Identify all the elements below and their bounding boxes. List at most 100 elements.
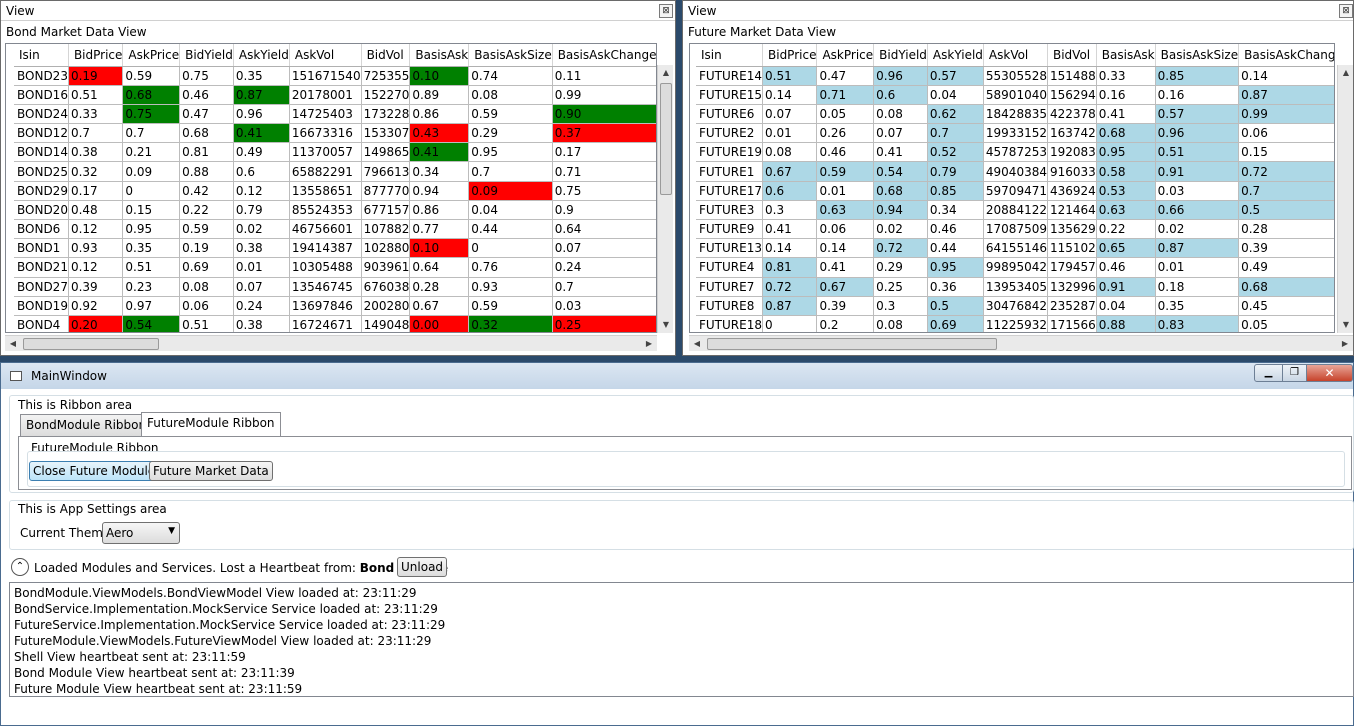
table-cell[interactable]: 0.39	[68, 277, 124, 297]
table-cell[interactable]: 0.33	[68, 104, 124, 125]
list-item[interactable]: Bond Module View heartbeat sent at: 23:1…	[14, 665, 1349, 681]
table-cell[interactable]: 0.05	[1238, 315, 1334, 332]
table-cell[interactable]: 0.41	[762, 219, 818, 240]
table-cell[interactable]: 0.01	[1155, 257, 1240, 278]
table-cell[interactable]: 0.26	[816, 123, 875, 144]
table-cell[interactable]: 0.92	[68, 296, 124, 316]
theme-select[interactable]: Aero ▼	[102, 522, 180, 544]
table-cell[interactable]: 0.85	[927, 181, 984, 201]
table-cell[interactable]: 0.22	[179, 200, 234, 221]
table-cell[interactable]: 877770	[361, 181, 411, 201]
future-vertical-scrollbar[interactable]: ▲ ▼	[1337, 65, 1353, 333]
table-cell[interactable]: 0.51	[122, 257, 181, 278]
table-cell[interactable]: 0.39	[1238, 238, 1334, 259]
table-cell[interactable]: 903961	[361, 257, 411, 278]
table-cell[interactable]: 0.48	[68, 200, 124, 221]
table-cell[interactable]: 0.65	[1096, 238, 1156, 259]
table-cell[interactable]: FUTURE3	[696, 200, 763, 221]
table-cell[interactable]: 0.25	[552, 315, 656, 332]
bond-vertical-scrollbar[interactable]: ▲ ▼	[657, 65, 673, 333]
table-cell[interactable]: 59709471	[983, 181, 1048, 201]
column-header[interactable]: AskVol	[289, 44, 362, 67]
table-cell[interactable]: 0.95	[468, 142, 553, 163]
table-cell[interactable]: 235287	[1047, 296, 1097, 316]
table-cell[interactable]: 0.71	[552, 161, 656, 182]
table-cell[interactable]: 0.83	[1155, 315, 1240, 332]
table-cell[interactable]: 0.57	[1155, 104, 1240, 125]
main-window-titlebar[interactable]: MainWindow ▁ ❐ ✕	[1, 363, 1353, 389]
table-cell[interactable]: 0.16	[1096, 85, 1156, 105]
table-cell[interactable]: 0.7	[122, 123, 181, 144]
table-cell[interactable]: 14725403	[289, 104, 362, 125]
list-item[interactable]: Future Module View heartbeat sent at: 23…	[14, 681, 1349, 697]
table-cell[interactable]: 0.00	[409, 315, 470, 332]
table-cell[interactable]: 0.41	[409, 142, 470, 163]
table-cell[interactable]: 0.09	[122, 161, 181, 182]
table-cell[interactable]: 0.86	[409, 104, 470, 125]
table-cell[interactable]: 0.02	[873, 219, 928, 240]
scroll-left-icon[interactable]: ◀	[689, 336, 705, 352]
table-cell[interactable]: 0.72	[1238, 161, 1334, 182]
table-cell[interactable]: 0.29	[468, 123, 553, 144]
table-cell[interactable]: 0.69	[179, 257, 234, 278]
table-cell[interactable]: 0.44	[927, 238, 984, 259]
table-row[interactable]: BOND23 0.19 0.59 0.75 0.35 151671540 725355 0.1…	[14, 66, 656, 86]
table-cell[interactable]: BOND24	[14, 104, 69, 125]
table-cell[interactable]: 0.01	[233, 257, 290, 278]
table-cell[interactable]: 0.35	[1155, 296, 1240, 316]
table-cell[interactable]: 422378	[1047, 104, 1097, 125]
table-cell[interactable]: FUTURE9	[696, 219, 763, 240]
table-cell[interactable]: 0.14	[1238, 66, 1334, 86]
column-header[interactable]: BidYield	[873, 44, 928, 67]
maximize-button[interactable]: ❐	[1283, 364, 1307, 382]
scroll-down-icon[interactable]: ▼	[658, 317, 674, 333]
expander-toggle-icon[interactable]: ⌃	[11, 558, 29, 576]
table-cell[interactable]: 0.06	[816, 219, 875, 240]
column-header[interactable]: BidPrice	[68, 44, 124, 67]
list-item[interactable]: FutureModule.ViewModels.FutureViewModel …	[14, 633, 1349, 649]
table-cell[interactable]: 173228	[361, 104, 411, 125]
table-cell[interactable]: 0.54	[122, 315, 181, 332]
table-cell[interactable]: FUTURE15	[696, 85, 763, 105]
column-header[interactable]: AskYield	[927, 44, 984, 67]
table-cell[interactable]: 0.14	[816, 238, 875, 259]
table-cell[interactable]: FUTURE13	[696, 238, 763, 259]
table-cell[interactable]: 0.87	[233, 85, 290, 105]
table-cell[interactable]: 115102	[1047, 238, 1097, 259]
table-cell[interactable]: 0.10	[409, 66, 470, 86]
close-future-module-button[interactable]: Close Future Module	[29, 461, 160, 481]
table-cell[interactable]: FUTURE17	[696, 181, 763, 201]
table-cell[interactable]: 0.45	[1238, 296, 1334, 316]
table-cell[interactable]: 0.05	[816, 104, 875, 125]
table-cell[interactable]: 0.14	[762, 238, 818, 259]
table-cell[interactable]: 0.63	[1096, 200, 1156, 221]
table-cell[interactable]: 0.42	[179, 181, 234, 201]
table-cell[interactable]: 107882	[361, 219, 411, 240]
table-cell[interactable]: 171566	[1047, 315, 1097, 332]
table-cell[interactable]: BOND19	[14, 296, 69, 316]
table-cell[interactable]: 0.59	[179, 219, 234, 240]
table-cell[interactable]: 0.02	[233, 219, 290, 240]
table-cell[interactable]: 179457	[1047, 257, 1097, 278]
table-cell[interactable]: 0.85	[1155, 66, 1240, 86]
table-cell[interactable]: 0.87	[1238, 85, 1334, 105]
table-cell[interactable]: BOND6	[14, 219, 69, 240]
table-cell[interactable]: 102880	[361, 238, 411, 259]
table-cell[interactable]: BOND21	[14, 257, 69, 278]
table-row[interactable]: BOND6 0.12 0.95 0.59 0.02 46756601 107882 0.77 0…	[14, 219, 656, 240]
table-cell[interactable]: 0.91	[1096, 277, 1156, 297]
scroll-right-icon[interactable]: ▶	[1337, 336, 1353, 352]
table-cell[interactable]: 0.06	[179, 296, 234, 316]
list-item[interactable]: BondService.Implementation.MockService S…	[14, 601, 1349, 617]
table-cell[interactable]: 0	[468, 238, 553, 259]
table-cell[interactable]: 0.77	[409, 219, 470, 240]
table-cell[interactable]: 436924	[1047, 181, 1097, 201]
bond-hscroll-thumb[interactable]	[23, 338, 159, 350]
table-cell[interactable]: 0.02	[1155, 219, 1240, 240]
table-cell[interactable]: 0.08	[873, 104, 928, 125]
table-cell[interactable]: 10305488	[289, 257, 362, 278]
column-header[interactable]: BidYield	[179, 44, 234, 67]
table-cell[interactable]: 0.2	[816, 315, 875, 332]
table-row[interactable]: FUTURE3 0.3 0.63 0.94 0.34 20884122 121464 0.63…	[696, 200, 1334, 221]
table-cell[interactable]: 0.09	[468, 181, 553, 201]
